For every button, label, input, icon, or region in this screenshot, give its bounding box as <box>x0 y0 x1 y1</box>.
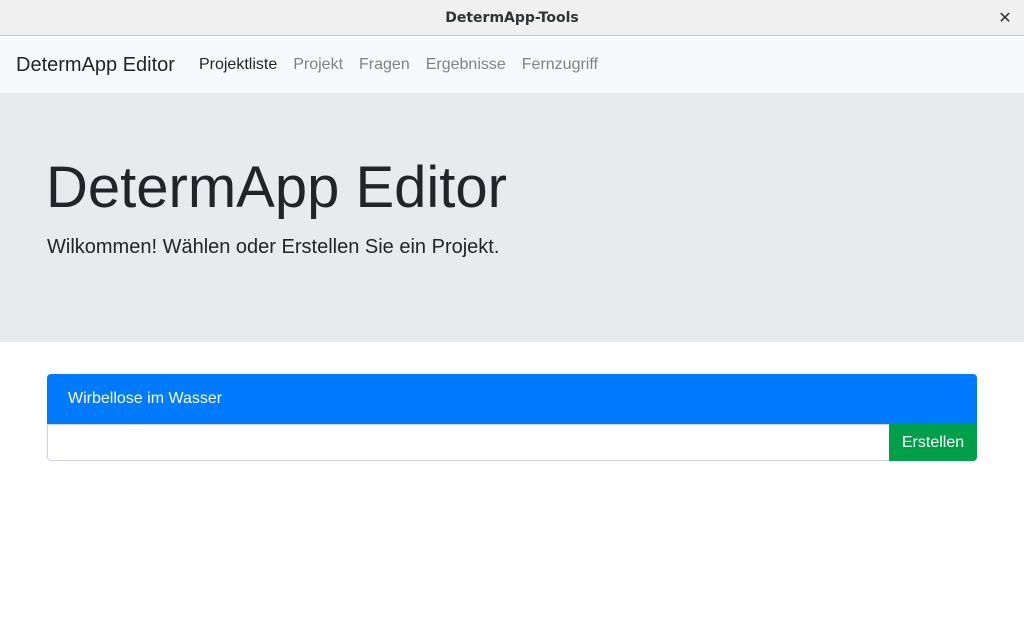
project-card: Wirbellose im Wasser Erstellen <box>47 374 977 461</box>
window-title: DetermApp-Tools <box>445 9 579 26</box>
nav-link-projekt[interactable]: Projekt <box>293 56 343 74</box>
close-icon[interactable]: ✕ <box>994 7 1016 29</box>
create-project-button[interactable]: Erstellen <box>889 424 977 461</box>
new-project-row: Erstellen <box>47 424 977 461</box>
page-title: DetermApp Editor <box>46 155 507 220</box>
project-item[interactable]: Wirbellose im Wasser <box>47 374 977 424</box>
welcome-text: Wilkommen! Wählen oder Erstellen Sie ein… <box>47 236 500 258</box>
navbar-brand[interactable]: DetermApp Editor <box>16 54 175 77</box>
new-project-input[interactable] <box>47 424 889 461</box>
nav-link-projektliste[interactable]: Projektliste <box>199 56 277 74</box>
welcome-banner: DetermApp Editor Wilkommen! Wählen oder … <box>0 93 1024 342</box>
nav-link-fernzugriff[interactable]: Fernzugriff <box>522 56 598 74</box>
nav-link-fragen[interactable]: Fragen <box>359 56 410 74</box>
nav-link-ergebnisse[interactable]: Ergebnisse <box>426 56 506 74</box>
navbar: DetermApp Editor Projektliste Projekt Fr… <box>0 37 1024 93</box>
window-titlebar: DetermApp-Tools ✕ <box>0 0 1024 36</box>
